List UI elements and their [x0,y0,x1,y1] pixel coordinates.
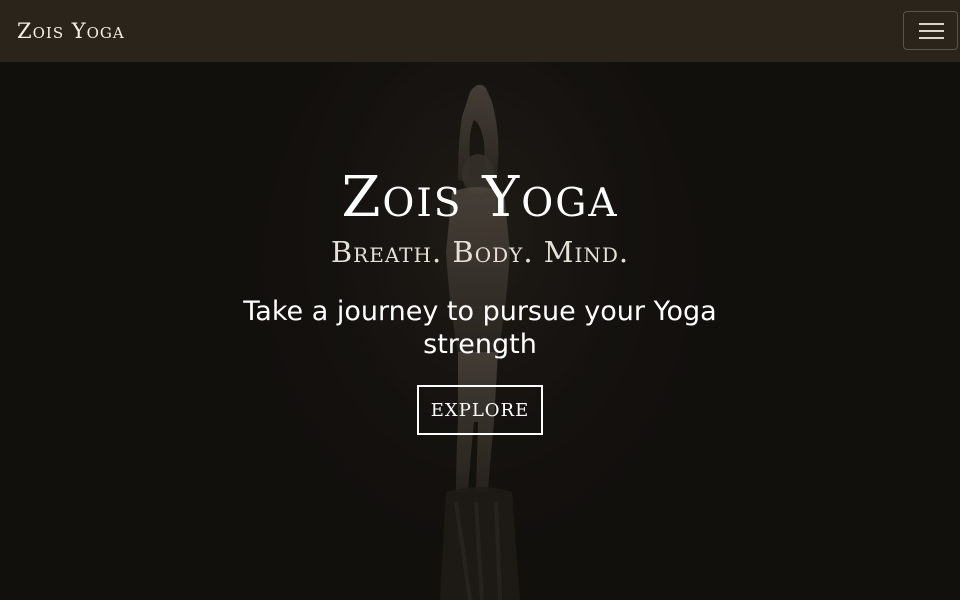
brand-logo-link[interactable]: Zois Yoga [17,17,125,45]
hero-title: Zois Yoga [341,165,619,230]
hero-section: Zois Yoga Breath. Body. Mind. Take a jou… [0,62,960,600]
explore-button[interactable]: EXPLORE [417,385,543,435]
navbar: Zois Yoga [0,0,960,62]
menu-toggle-button[interactable] [903,11,958,50]
hero-tagline: Breath. Body. Mind. [330,235,630,269]
hero-subtitle: Take a journey to pursue your Yoga stren… [243,296,717,360]
